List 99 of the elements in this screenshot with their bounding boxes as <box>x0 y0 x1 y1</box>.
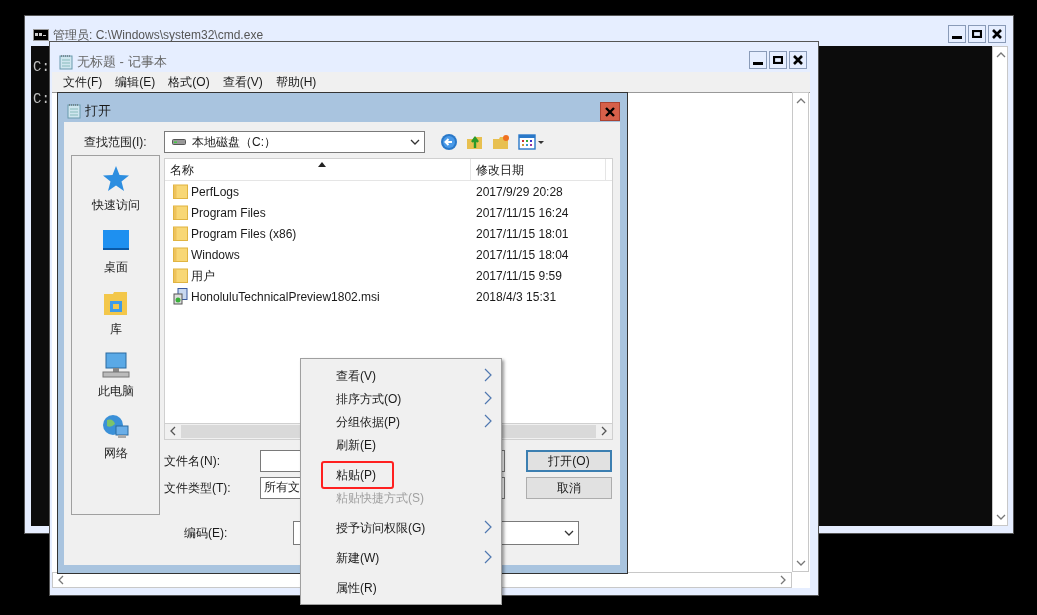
file-row[interactable]: PerfLogs 2017/9/29 20:28 <box>165 181 612 202</box>
folder-icon <box>173 268 188 283</box>
file-name: Windows <box>191 246 240 264</box>
menu-label: 粘贴快捷方式(S) <box>336 489 424 507</box>
view-menu-button[interactable] <box>518 133 545 151</box>
back-button[interactable] <box>440 133 458 151</box>
modified-date: 2017/11/15 16:24 <box>476 204 569 222</box>
vertical-scrollbar[interactable] <box>992 46 1008 526</box>
place-label[interactable]: 快速访问 <box>91 196 140 214</box>
star-icon <box>100 164 131 194</box>
close-icon <box>604 105 616 118</box>
folder-icon <box>173 184 188 199</box>
notepad-icon <box>59 53 73 70</box>
window-title: 管理员: C:\Windows\system32\cmd.exe <box>53 29 264 41</box>
maximize-icon <box>972 30 982 38</box>
close-button[interactable] <box>789 51 807 69</box>
console-icon <box>33 29 49 41</box>
file-row[interactable]: Program Files 2017/11/15 16:24 <box>165 202 612 223</box>
menu-label: 刷新(E) <box>336 436 376 454</box>
place-label[interactable]: 网络 <box>103 444 128 462</box>
computer-icon <box>100 350 131 380</box>
back-icon <box>440 133 458 151</box>
menu-item[interactable]: 新建(W) <box>301 546 501 569</box>
file-name: 用户 <box>191 267 215 285</box>
menu-item[interactable]: 编辑(E) <box>115 73 156 91</box>
dropdown-value: 所有文 <box>264 480 300 494</box>
new-folder-button[interactable] <box>492 133 510 151</box>
folder-icon <box>173 226 188 241</box>
maximize-button[interactable] <box>769 51 787 69</box>
menu-item[interactable]: 帮助(H) <box>275 73 317 91</box>
drive-icon <box>172 138 186 146</box>
dropdown-value: 本地磁盘（C:） <box>192 134 277 151</box>
field-label: 查找范围(I): <box>84 134 148 151</box>
close-icon <box>793 55 803 65</box>
field-label: 编码(E): <box>184 525 229 542</box>
minimize-icon <box>952 35 962 39</box>
maximize-icon <box>773 56 783 64</box>
place-label[interactable]: 此电脑 <box>97 382 134 400</box>
console-text: C: <box>33 59 50 75</box>
file-name: Program Files <box>191 204 266 222</box>
menu-item[interactable]: 授予访问权限(G) <box>301 516 501 539</box>
view-menu-icon <box>518 133 545 151</box>
field-label: 文件名(N): <box>164 453 221 470</box>
modified-date: 2018/4/3 15:31 <box>476 288 557 306</box>
modified-date: 2017/11/15 18:01 <box>476 225 569 243</box>
file-row[interactable]: HonoluluTechnicalPreview1802.msi 2018/4/3 15:31 <box>165 286 612 307</box>
folder-icon <box>173 247 188 262</box>
file-row[interactable]: Program Files (x86) 2017/11/15 18:01 <box>165 223 612 244</box>
minimize-icon <box>753 61 763 65</box>
place-label[interactable]: 库 <box>109 320 122 338</box>
menu-label: 分组依据(P) <box>336 413 400 431</box>
chevron-down-icon <box>409 137 421 147</box>
console-text: C: <box>33 91 50 107</box>
column-label: 名称 <box>170 162 194 179</box>
new-folder-icon <box>492 133 510 151</box>
column-label: 修改日期 <box>476 162 524 179</box>
window-title: 无标题 - 记事本 <box>77 53 167 71</box>
column-header[interactable]: 修改日期 <box>471 159 606 181</box>
menu-label: 授予访问权限(G) <box>336 519 426 537</box>
minimize-button[interactable] <box>749 51 767 69</box>
highlighted-menu-label: 粘贴(P) <box>321 460 394 489</box>
file-name: PerfLogs <box>191 183 240 201</box>
file-row[interactable]: Windows 2017/11/15 18:04 <box>165 244 612 265</box>
menu-item[interactable]: 属性(R) <box>301 576 501 599</box>
chevron-down-icon <box>563 528 575 538</box>
maximize-button[interactable] <box>968 25 986 43</box>
dialog-button[interactable]: 打开(O) <box>526 450 612 472</box>
column-header[interactable]: 名称 <box>165 159 471 181</box>
menu-item[interactable]: 分组依据(P) <box>301 410 501 433</box>
menu-item[interactable]: 格式(O) <box>168 73 210 91</box>
field-label: 文件类型(T): <box>164 480 232 497</box>
place-label[interactable]: 桌面 <box>103 258 128 276</box>
menu-item[interactable]: 刷新(E) <box>301 433 501 456</box>
file-name: HonoluluTechnicalPreview1802.msi <box>191 288 380 306</box>
menu-item[interactable]: 文件(F) <box>63 73 103 91</box>
file-name: Program Files (x86) <box>191 225 297 243</box>
vertical-scrollbar[interactable] <box>792 92 809 572</box>
installer-icon <box>173 288 188 305</box>
modified-date: 2017/11/15 18:04 <box>476 246 569 264</box>
menu-item[interactable]: 粘贴(P) <box>301 463 501 486</box>
minimize-button[interactable] <box>948 25 966 43</box>
file-row[interactable]: 用户 2017/11/15 9:59 <box>165 265 612 286</box>
sort-arrow-icon <box>317 162 326 167</box>
dialog-title: 打开 <box>85 102 111 120</box>
menu-label: 新建(W) <box>336 549 380 567</box>
menu-label: 排序方式(O) <box>336 390 402 408</box>
menu-label: 属性(R) <box>336 579 377 597</box>
close-button[interactable] <box>988 25 1006 43</box>
menu-item[interactable]: 查看(V) <box>222 73 263 91</box>
close-icon <box>992 29 1002 39</box>
menu-item[interactable]: 查看(V) <box>301 364 501 387</box>
notepad-icon <box>67 102 81 119</box>
menu-label: 查看(V) <box>336 367 376 385</box>
dialog-button[interactable]: 取消 <box>526 477 612 499</box>
modified-date: 2017/11/15 9:59 <box>476 267 562 285</box>
modified-date: 2017/9/29 20:28 <box>476 183 563 201</box>
folder-icon <box>173 205 188 220</box>
location-dropdown[interactable]: 本地磁盘（C:） <box>164 131 425 153</box>
menu-item[interactable]: 排序方式(O) <box>301 387 501 410</box>
